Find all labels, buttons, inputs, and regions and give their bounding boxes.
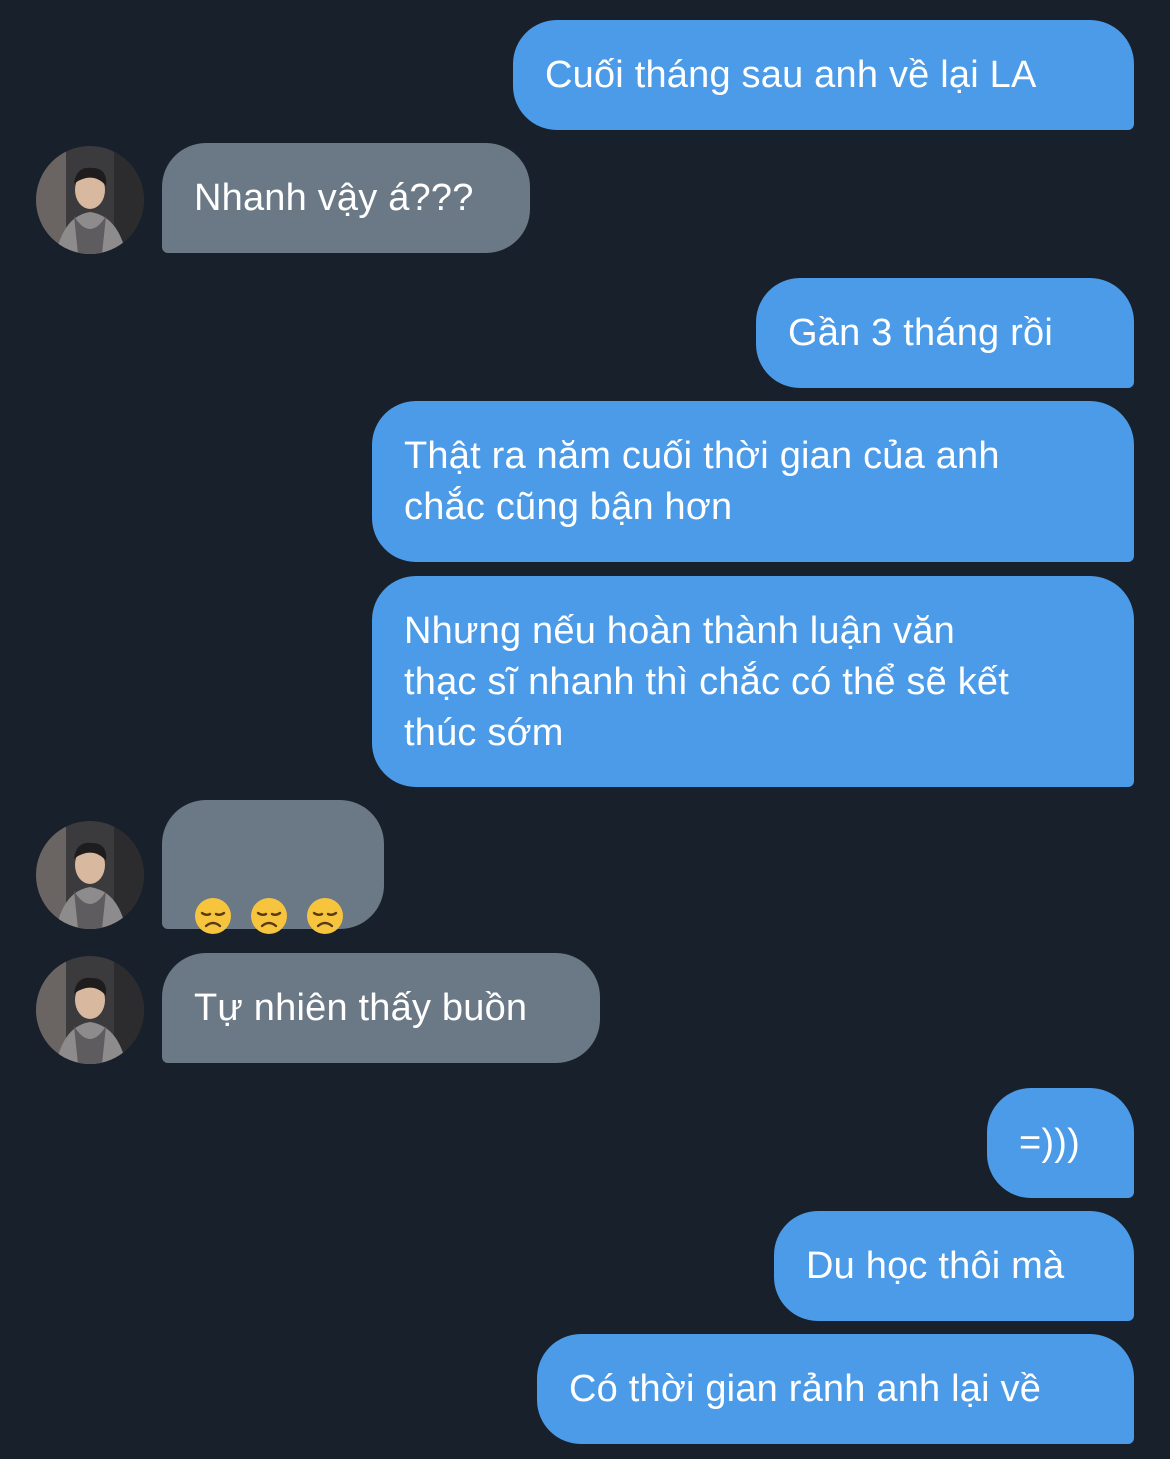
disappointed-face-icon — [251, 897, 287, 934]
message-bubble-outgoing[interactable]: Cuối tháng sau anh về lại LA — [513, 20, 1134, 130]
emoji-row — [194, 890, 352, 941]
message-bubble-outgoing[interactable]: Nhưng nếu hoàn thành luận văn thạc sĩ nh… — [372, 576, 1134, 787]
message-bubble-outgoing[interactable]: Du học thôi mà — [774, 1211, 1134, 1321]
avatar-photo-icon — [36, 956, 144, 1064]
message-bubble-outgoing[interactable]: Thật ra năm cuối thời gian của anh chắc … — [372, 401, 1134, 562]
avatar[interactable] — [36, 956, 144, 1064]
message-bubble-incoming[interactable]: Tự nhiên thấy buồn — [162, 953, 600, 1063]
message-bubble-incoming[interactable]: Nhanh vậy á??? — [162, 143, 530, 253]
avatar[interactable] — [36, 146, 144, 254]
message-bubble-outgoing[interactable]: Gần 3 tháng rồi — [756, 278, 1134, 388]
message-bubble-incoming[interactable] — [162, 800, 384, 934]
message-bubble-outgoing[interactable]: =))) — [987, 1088, 1134, 1198]
avatar-photo-icon — [36, 821, 144, 929]
avatar-photo-icon — [36, 146, 144, 254]
message-bubble-outgoing[interactable]: Có thời gian rảnh anh lại về — [537, 1334, 1134, 1444]
disappointed-face-icon — [195, 897, 231, 934]
avatar[interactable] — [36, 821, 144, 929]
disappointed-face-icon — [307, 897, 343, 934]
